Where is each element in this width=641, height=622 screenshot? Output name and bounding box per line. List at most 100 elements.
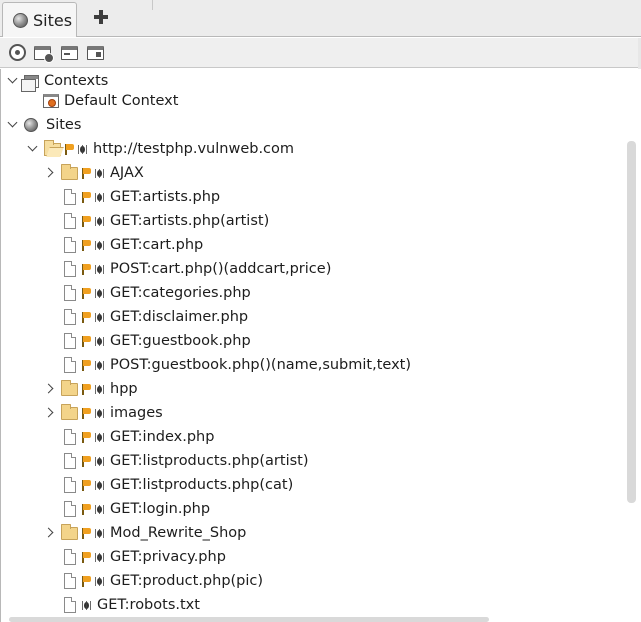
- tree-node-page[interactable]: POST:guestbook.php()(name,submit,text): [64, 353, 411, 377]
- tab-sites[interactable]: Sites: [2, 2, 77, 37]
- flag-icon: [81, 503, 92, 515]
- tree-node-page[interactable]: GET:listproducts.php(artist): [64, 449, 309, 473]
- tree-node-page[interactable]: GET:artists.php: [64, 185, 220, 209]
- tree-node-label: GET:listproducts.php(artist): [110, 453, 309, 469]
- spider-icon: [94, 384, 105, 395]
- flag-icon: [81, 311, 92, 323]
- chevron-right-icon[interactable]: [44, 168, 54, 178]
- flag-icon: [81, 287, 92, 299]
- page-icon: [64, 477, 76, 493]
- import-context-icon[interactable]: [61, 46, 78, 60]
- spider-icon: [94, 552, 105, 563]
- tree-node-default-context[interactable]: Default Context: [43, 89, 178, 113]
- spider-icon: [94, 240, 105, 251]
- flag-icon: [81, 191, 92, 203]
- page-icon: [64, 285, 76, 301]
- horizontal-scrollbar[interactable]: [9, 617, 489, 622]
- tab-sites-label: Sites: [33, 10, 73, 30]
- chevron-down-icon[interactable]: [27, 144, 37, 154]
- tree-node-label: GET:guestbook.php: [110, 333, 251, 349]
- tree-node-label: GET:privacy.php: [110, 549, 226, 565]
- chevron-right-icon[interactable]: [44, 408, 54, 418]
- page-icon: [64, 453, 76, 469]
- export-context-icon[interactable]: [87, 46, 104, 60]
- spider-icon: [94, 312, 105, 323]
- vertical-scrollbar[interactable]: [627, 141, 636, 503]
- tree-node-label: hpp: [110, 381, 138, 397]
- tree-node-page[interactable]: GET:guestbook.php: [64, 329, 251, 353]
- tree-node-label: AJAX: [110, 165, 144, 181]
- tree-node-label: POST:cart.php()(addcart,price): [110, 261, 332, 277]
- tree-node-label: GET:categories.php: [110, 285, 251, 301]
- tree-node-folder[interactable]: AJAX: [44, 161, 144, 185]
- page-icon: [64, 501, 76, 517]
- spider-icon: [94, 528, 105, 539]
- contexts-icon: [21, 74, 39, 92]
- tree-node-label: GET:disclaimer.php: [110, 309, 249, 325]
- context-icon: [43, 94, 59, 108]
- chevron-down-icon[interactable]: [7, 120, 17, 130]
- page-icon: [64, 573, 76, 589]
- page-icon: [64, 189, 76, 205]
- spider-icon: [77, 144, 88, 155]
- flag-icon: [81, 551, 92, 563]
- sites-toolbar: [0, 38, 641, 68]
- add-tab-plus-icon[interactable]: [92, 8, 110, 26]
- tree-node-page[interactable]: GET:index.php: [64, 425, 214, 449]
- flag-icon: [81, 527, 92, 539]
- tree-node-page[interactable]: GET:robots.txt: [64, 593, 200, 617]
- spider-icon: [94, 216, 105, 227]
- flag-icon: [81, 431, 92, 443]
- tree-node-page[interactable]: GET:categories.php: [64, 281, 251, 305]
- flag-icon: [64, 143, 75, 155]
- tree-node-label: GET:robots.txt: [97, 597, 200, 613]
- tree-node-label: GET:artists.php(artist): [110, 213, 270, 229]
- tree-node-page[interactable]: GET:artists.php(artist): [64, 209, 269, 233]
- tree-node-page[interactable]: GET:privacy.php: [64, 545, 226, 569]
- spider-icon: [94, 288, 105, 299]
- tree-node-page[interactable]: POST:cart.php()(addcart,price): [64, 257, 331, 281]
- target-icon[interactable]: [9, 44, 26, 61]
- page-icon: [64, 357, 76, 373]
- flag-icon: [81, 479, 92, 491]
- spider-icon: [94, 192, 105, 203]
- folder-icon: [61, 163, 78, 180]
- tree-node-label: GET:login.php: [110, 501, 211, 517]
- tree-node-label: GET:cart.php: [110, 237, 204, 253]
- spider-icon: [94, 360, 105, 371]
- tree-node-folder[interactable]: Mod_Rewrite_Shop: [44, 521, 246, 545]
- globe-icon: [24, 118, 38, 132]
- chevron-down-icon[interactable]: [7, 76, 17, 86]
- page-icon: [64, 333, 76, 349]
- chevron-right-icon[interactable]: [44, 528, 54, 538]
- folder-open-icon: [44, 139, 61, 156]
- tree-node-label: GET:listproducts.php(cat): [110, 477, 294, 493]
- tree-node-folder[interactable]: hpp: [44, 377, 138, 401]
- tree-node-label: POST:guestbook.php()(name,submit,text): [110, 357, 411, 373]
- chevron-right-icon[interactable]: [44, 384, 54, 394]
- page-icon: [64, 261, 76, 277]
- tree-node-label: images: [110, 405, 163, 421]
- tree-node-sites[interactable]: Sites: [7, 113, 81, 137]
- spider-icon: [94, 504, 105, 515]
- spider-icon: [94, 432, 105, 443]
- flag-icon: [81, 575, 92, 587]
- tree-node-page[interactable]: GET:listproducts.php(cat): [64, 473, 293, 497]
- flag-icon: [81, 335, 92, 347]
- spider-icon: [94, 456, 105, 467]
- tree-node-page[interactable]: GET:cart.php: [64, 233, 203, 257]
- tree-node-page[interactable]: GET:login.php: [64, 497, 210, 521]
- tree-node-page[interactable]: GET:disclaimer.php: [64, 305, 248, 329]
- tree-node-host[interactable]: http://testphp.vulnweb.com: [27, 137, 294, 161]
- page-icon: [64, 237, 76, 253]
- flag-icon: [81, 239, 92, 251]
- spider-icon: [94, 408, 105, 419]
- globe-icon: [13, 12, 28, 28]
- tree-node-folder[interactable]: images: [44, 401, 163, 425]
- spider-icon: [81, 600, 92, 611]
- sites-tree: Contexts Default Context Sites http://te…: [0, 69, 641, 622]
- page-icon: [64, 213, 76, 229]
- new-context-icon[interactable]: [34, 46, 54, 63]
- tree-node-page[interactable]: GET:product.php(pic): [64, 569, 263, 593]
- folder-icon: [61, 379, 78, 396]
